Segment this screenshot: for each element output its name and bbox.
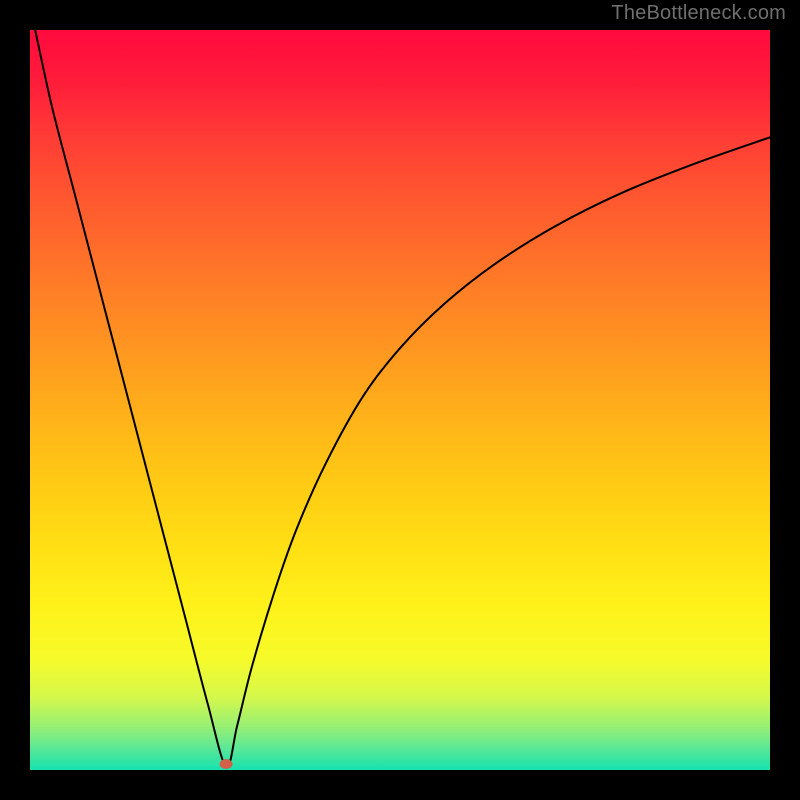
plot-area	[30, 30, 770, 770]
watermark-text: TheBottleneck.com	[611, 2, 786, 25]
curve-svg	[30, 30, 770, 770]
bottleneck-curve	[35, 30, 770, 767]
chart-frame: TheBottleneck.com	[0, 0, 800, 800]
minimum-marker	[220, 759, 233, 769]
